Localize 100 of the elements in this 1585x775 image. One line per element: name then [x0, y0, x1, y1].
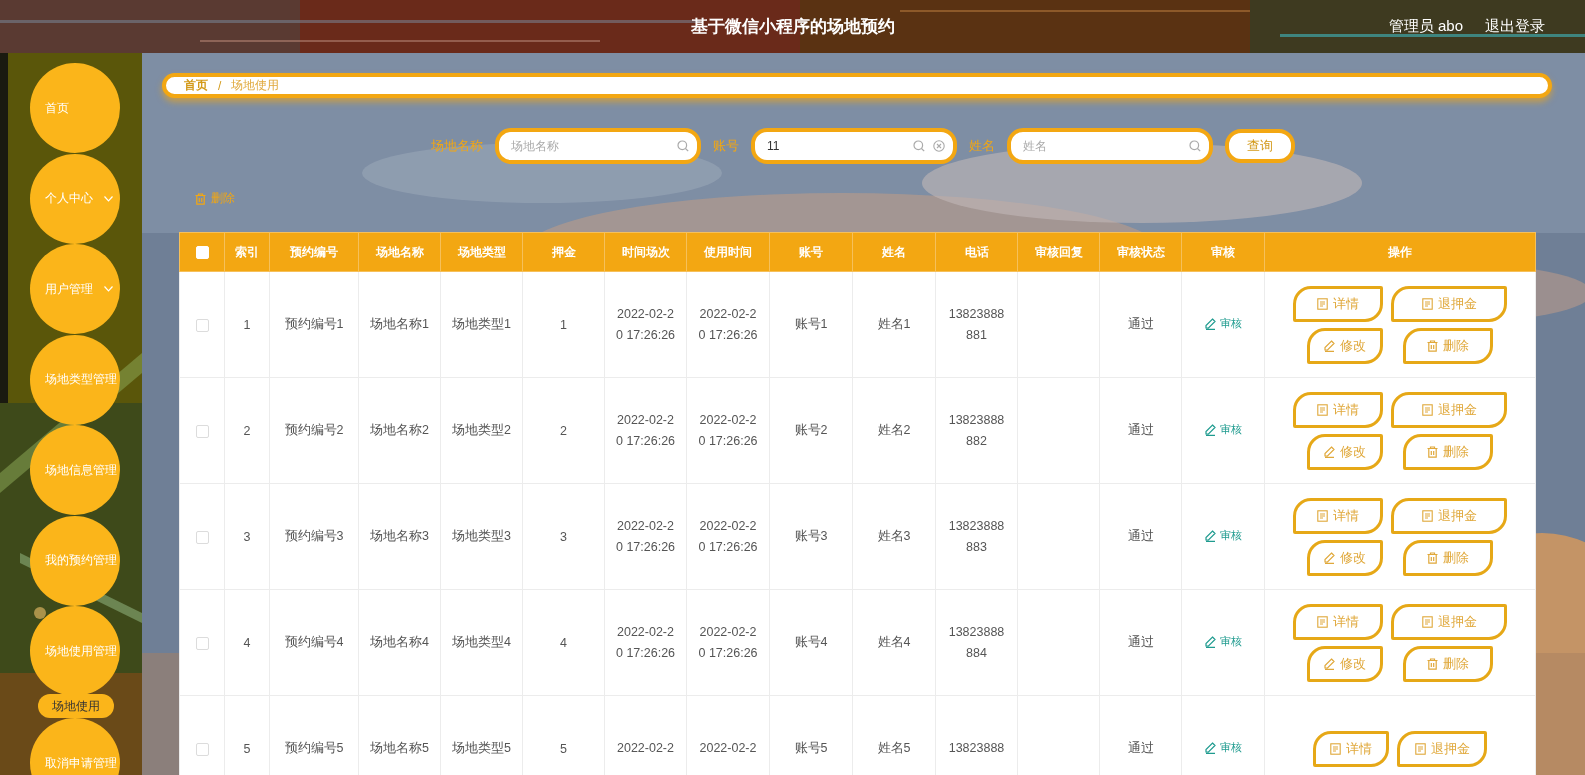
action-button[interactable]: 退押金 [1391, 603, 1507, 640]
action-button[interactable]: 修改 [1307, 645, 1383, 682]
action-button[interactable]: 详情 [1293, 603, 1383, 640]
action-button[interactable]: 删除 [1403, 433, 1493, 470]
document-icon [1421, 615, 1433, 628]
search-icon [913, 140, 925, 152]
table-cell: 通过 [1099, 377, 1182, 484]
table-cell: 4 [522, 589, 605, 696]
action-button[interactable]: 详情 [1313, 730, 1389, 767]
field-label: 场地名称 [431, 137, 483, 155]
column-header: 电话 [935, 232, 1018, 272]
action-button[interactable]: 删除 [1403, 327, 1493, 364]
action-button[interactable]: 详情 [1293, 285, 1383, 322]
table-cell: 场地类型1 [440, 271, 523, 378]
row-checkbox[interactable] [195, 530, 209, 544]
action-button[interactable]: 详情 [1293, 497, 1383, 534]
document-icon [1317, 297, 1328, 310]
table-cell: 3 [522, 483, 605, 590]
search-field[interactable]: 场地名称 [495, 128, 701, 164]
review-link[interactable]: 审核 [1204, 740, 1242, 756]
table-cell: 2022-02-20 17:26:26 [604, 589, 687, 696]
column-header: 索引 [224, 232, 270, 272]
table-cell: 13823888883 [935, 483, 1018, 590]
review-link[interactable]: 审核 [1204, 422, 1242, 438]
action-button[interactable]: 退押金 [1391, 497, 1507, 534]
query-button[interactable]: 查询 [1225, 129, 1295, 163]
pencil-icon [1324, 445, 1335, 458]
action-button[interactable]: 退押金 [1391, 391, 1507, 428]
table-cell: 账号4 [769, 589, 853, 696]
row-checkbox[interactable] [195, 424, 209, 438]
action-button[interactable]: 退押金 [1391, 285, 1507, 322]
row-checkbox[interactable] [195, 742, 209, 756]
pencil-icon [1204, 635, 1216, 648]
trash-icon [1427, 339, 1438, 352]
column-header: 场地名称 [358, 232, 441, 272]
pencil-icon [1204, 741, 1216, 754]
table-cell: 3 [224, 483, 270, 590]
column-header: 时间场次 [604, 232, 687, 272]
document-icon [1317, 615, 1328, 628]
table-cell: 姓名3 [852, 483, 936, 590]
action-button[interactable]: 修改 [1307, 327, 1383, 364]
document-icon [1421, 403, 1433, 416]
action-button[interactable]: 删除 [1403, 645, 1493, 682]
breadcrumb-item[interactable]: 首页 [184, 77, 208, 94]
table-cell: 2022-02-20 17:26:26 [604, 483, 687, 590]
pencil-icon [1324, 657, 1335, 670]
breadcrumb-item: 场地使用 [231, 77, 280, 94]
pencil-icon [1204, 529, 1216, 542]
pencil-icon [1324, 551, 1335, 564]
action-button[interactable]: 退押金 [1397, 730, 1487, 767]
action-button[interactable]: 详情 [1293, 391, 1383, 428]
document-icon [1421, 297, 1433, 310]
pencil-icon [1204, 317, 1216, 330]
search-icon [1189, 140, 1201, 152]
column-header: 使用时间 [686, 232, 770, 272]
table-cell: 1 [522, 271, 605, 378]
table-cell: 13823888881 [935, 271, 1018, 378]
table-cell: 姓名2 [852, 377, 936, 484]
row-checkbox[interactable] [195, 636, 209, 650]
pencil-icon [1204, 423, 1216, 436]
trash-icon [195, 192, 206, 205]
trash-icon [1427, 657, 1438, 670]
table-cell: 场地名称1 [358, 271, 441, 378]
row-checkbox[interactable] [195, 318, 209, 332]
table-cell: 13823888884 [935, 589, 1018, 696]
action-button[interactable]: 删除 [1403, 539, 1493, 576]
select-all-checkbox[interactable] [195, 246, 209, 260]
table-cell: 1 [224, 271, 270, 378]
column-header: 账号 [769, 232, 853, 272]
table-cell: 姓名1 [852, 271, 936, 378]
column-header: 场地类型 [440, 232, 523, 272]
table-cell: 场地名称4 [358, 589, 441, 696]
breadcrumb-separator: / [218, 78, 222, 93]
table-cell: 2022-02-20 17:26:26 [686, 483, 770, 590]
table-cell: 13823888882 [935, 377, 1018, 484]
table-cell: 2022-02-20 17:26:26 [604, 271, 687, 378]
column-header: 姓名 [852, 232, 936, 272]
table-cell: 账号3 [769, 483, 853, 590]
action-button[interactable]: 修改 [1307, 539, 1383, 576]
clear-icon[interactable] [933, 140, 945, 152]
document-icon [1317, 509, 1328, 522]
document-icon [1414, 742, 1426, 755]
review-link[interactable]: 审核 [1204, 316, 1242, 332]
field-label: 账号 [713, 137, 739, 155]
table-cell: 场地名称2 [358, 377, 441, 484]
review-link[interactable]: 审核 [1204, 528, 1242, 544]
table-cell: 场地类型3 [440, 483, 523, 590]
table-cell: 账号1 [769, 271, 853, 378]
search-field[interactable]: 11 [751, 128, 957, 164]
table-cell: 2022-02-20 17:26:26 [686, 377, 770, 484]
table-cell: 姓名4 [852, 589, 936, 696]
action-button[interactable]: 修改 [1307, 433, 1383, 470]
table-cell: 预约编号3 [269, 483, 359, 590]
document-icon [1330, 742, 1341, 755]
table-cell: 4 [224, 589, 270, 696]
table-cell: 场地名称3 [358, 483, 441, 590]
review-link[interactable]: 审核 [1204, 634, 1242, 650]
delete-button[interactable]: 删除 [195, 190, 235, 207]
table-cell: 2 [522, 377, 605, 484]
search-field[interactable]: 姓名 [1007, 128, 1213, 164]
